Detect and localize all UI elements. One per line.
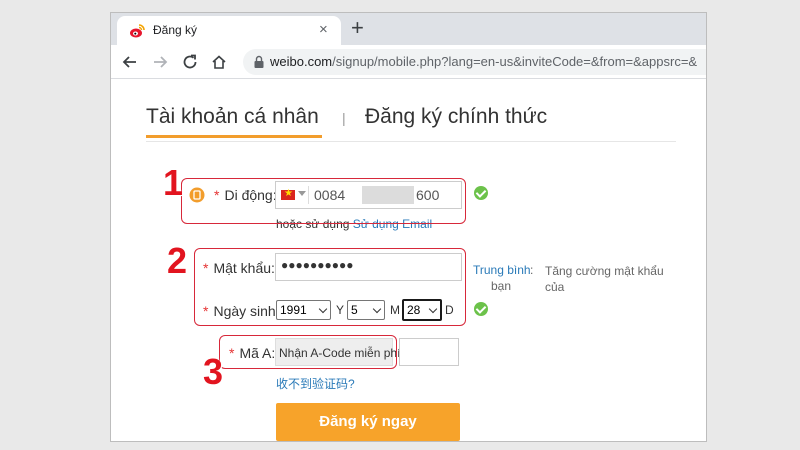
header-divider: [146, 141, 676, 142]
annotation-number-1: 1: [163, 162, 184, 203]
code-input[interactable]: [399, 338, 459, 366]
annotation-number-3: 3: [203, 351, 224, 392]
address-bar[interactable]: weibo.com/signup/mobile.php?lang=en-us&i…: [243, 49, 706, 75]
forward-arrow-icon[interactable]: [151, 53, 169, 71]
back-arrow-icon[interactable]: [121, 53, 139, 71]
url-text: weibo.com/signup/mobile.php?lang=en-us&i…: [270, 54, 697, 69]
annotation-number-2: 2: [167, 240, 188, 281]
strength-tip: Tăng cường mật khẩu của: [545, 264, 664, 294]
strength-colon: :: [530, 263, 534, 277]
reload-icon[interactable]: [181, 53, 199, 71]
browser-toolbar: weibo.com/signup/mobile.php?lang=en-us&i…: [111, 45, 706, 79]
tab-separator: |: [342, 110, 346, 126]
new-tab-button[interactable]: +: [351, 15, 364, 41]
lock-icon: [254, 55, 264, 68]
annotation-box-3: [219, 335, 397, 369]
browser-tab[interactable]: Đăng ký ×: [117, 16, 341, 45]
weibo-icon: [130, 24, 145, 38]
check-icon: [474, 302, 488, 316]
annotation-box-2: [194, 248, 466, 326]
password-strength: Trung bình: [473, 263, 531, 277]
strength-tip-cont: bạn: [491, 279, 512, 293]
tab-official-account[interactable]: Đăng ký chính thức: [365, 105, 547, 129]
signup-page: Tài khoản cá nhân | Đăng ký chính thức *…: [111, 80, 706, 441]
tab-strip: Đăng ký × +: [111, 13, 706, 45]
tab-personal-account[interactable]: Tài khoản cá nhân: [146, 105, 319, 129]
tab-title: Đăng ký: [153, 23, 198, 37]
url-host: weibo.com: [270, 54, 333, 69]
home-icon[interactable]: [210, 53, 228, 71]
annotation-box-1: [181, 178, 466, 224]
close-tab-icon[interactable]: ×: [319, 21, 328, 39]
register-button[interactable]: Đăng ký ngay: [276, 403, 460, 441]
active-tab-underline: [146, 135, 322, 138]
url-path: /signup/mobile.php?lang=en-us&inviteCode…: [332, 54, 698, 69]
browser-window: Đăng ký × + weibo.com/signup/mobile.php?…: [110, 12, 707, 442]
code-not-received-link[interactable]: 收不到验证码?: [276, 375, 355, 392]
check-icon: [474, 186, 488, 200]
